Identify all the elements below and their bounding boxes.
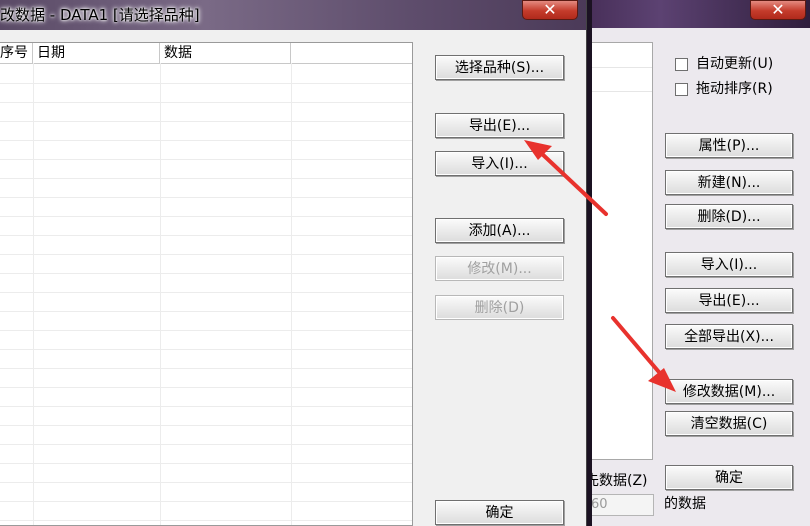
grid-row-line bbox=[0, 406, 412, 407]
grid-row-line bbox=[0, 121, 412, 122]
grid-column-divider bbox=[160, 63, 161, 525]
grid-row-line bbox=[0, 349, 412, 350]
grid-row-line bbox=[0, 387, 412, 388]
grid-row-line bbox=[0, 292, 412, 293]
new-button[interactable]: 新建(N)... bbox=[665, 170, 793, 195]
back-close-button[interactable]: ✕ bbox=[750, 0, 806, 20]
dialog-title: 改数据 - DATA1 [请选择品种] bbox=[0, 6, 200, 24]
grid-row-line bbox=[0, 368, 412, 369]
back-ok-button[interactable]: 确定 bbox=[665, 465, 793, 490]
grid-row-line bbox=[0, 83, 412, 84]
import-button[interactable]: 导入(I)... bbox=[435, 151, 564, 176]
data-grid[interactable]: 序号 日期 数据 bbox=[0, 42, 413, 526]
grid-column-divider bbox=[33, 63, 34, 525]
back-delete-button[interactable]: 删除(D)... bbox=[665, 204, 793, 229]
grid-row-line bbox=[0, 102, 412, 103]
grid-row-line bbox=[0, 311, 412, 312]
grid-row-line bbox=[0, 501, 412, 502]
grid-header: 序号 日期 数据 bbox=[0, 43, 412, 64]
modify-button[interactable]: 修改(M)... bbox=[435, 256, 564, 281]
column-header-value[interactable]: 数据 bbox=[160, 43, 291, 63]
export-all-button[interactable]: 全部导出(X)... bbox=[665, 324, 793, 349]
select-data-label: 先数据(Z) bbox=[585, 473, 648, 489]
back-import-button[interactable]: 导入(I)... bbox=[665, 252, 793, 277]
data-count-input[interactable]: 60 bbox=[588, 494, 654, 516]
ok-button[interactable]: 确定 bbox=[435, 500, 564, 525]
close-icon: ✕ bbox=[543, 0, 557, 19]
grid-row-line bbox=[0, 482, 412, 483]
grid-row-line bbox=[0, 444, 412, 445]
column-header-date[interactable]: 日期 bbox=[33, 43, 160, 63]
grid-row-line bbox=[0, 254, 412, 255]
select-variety-button[interactable]: 选择品种(S)... bbox=[435, 55, 564, 80]
drag-sort-checkbox[interactable] bbox=[675, 83, 688, 96]
back-variety-list[interactable] bbox=[588, 42, 653, 460]
grid-row-line bbox=[0, 425, 412, 426]
grid-row-line bbox=[0, 197, 412, 198]
delete-button[interactable]: 删除(D) bbox=[435, 295, 564, 320]
grid-row-line bbox=[0, 235, 412, 236]
grid-row-line bbox=[0, 140, 412, 141]
grid-row-line bbox=[0, 159, 412, 160]
drag-sort-label: 拖动排序(R) bbox=[696, 81, 773, 97]
export-button[interactable]: 导出(E)... bbox=[435, 113, 564, 138]
grid-row-line bbox=[0, 520, 412, 521]
grid-row-line bbox=[0, 463, 412, 464]
add-button[interactable]: 添加(A)... bbox=[435, 218, 564, 243]
clear-data-button[interactable]: 清空数据(C) bbox=[665, 411, 793, 436]
modify-data-button[interactable]: 修改数据(M)... bbox=[665, 379, 793, 404]
data-suffix-label: 的数据 bbox=[664, 496, 706, 512]
auto-update-label: 自动更新(U) bbox=[696, 56, 774, 72]
back-export-button[interactable]: 导出(E)... bbox=[665, 288, 793, 313]
list-item[interactable] bbox=[588, 67, 652, 68]
grid-column-divider bbox=[291, 63, 292, 525]
grid-row-line bbox=[0, 330, 412, 331]
list-item[interactable] bbox=[588, 91, 652, 92]
column-header-index[interactable]: 序号 bbox=[0, 43, 33, 63]
properties-button[interactable]: 属性(P)... bbox=[665, 133, 793, 158]
auto-update-checkbox[interactable] bbox=[675, 58, 688, 71]
grid-row-line bbox=[0, 178, 412, 179]
grid-row-line bbox=[0, 273, 412, 274]
close-icon: ✕ bbox=[771, 0, 785, 19]
front-close-button[interactable]: ✕ bbox=[522, 0, 578, 20]
grid-row-line bbox=[0, 216, 412, 217]
